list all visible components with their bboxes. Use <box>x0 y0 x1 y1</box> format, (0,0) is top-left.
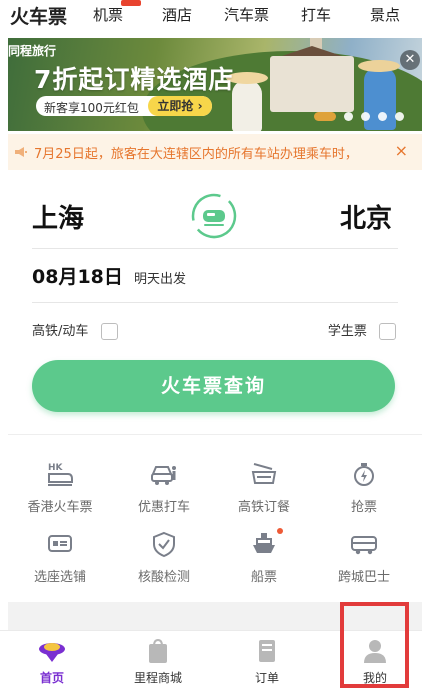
service-hk-train[interactable]: HK 香港火车票 <box>10 460 110 526</box>
service-label: 跨城巴士 <box>337 570 390 585</box>
service-seat-select[interactable]: 选座选铺 <box>10 530 110 596</box>
service-label: 选座选铺 <box>33 570 86 585</box>
section-divider <box>8 434 422 435</box>
student-ticket-label: 学生票 <box>327 324 367 339</box>
hk-train-icon: HK <box>48 463 73 486</box>
tab-hotels[interactable]: 酒店 <box>162 4 192 25</box>
banner-offer-text: 新客享100元红包 <box>44 101 139 115</box>
nav-label: 里程商城 <box>133 671 182 685</box>
divider <box>32 248 398 249</box>
divider <box>32 302 398 303</box>
banner-dot[interactable] <box>344 112 353 121</box>
tab-bus-tickets[interactable]: 汽车票 <box>224 4 269 25</box>
student-ticket-filter[interactable]: 学生票 <box>328 320 396 340</box>
seat-icon <box>48 535 72 552</box>
service-covid-test[interactable]: 核酸检测 <box>114 530 214 596</box>
swap-stations-icon[interactable] <box>190 192 238 240</box>
meal-icon <box>251 463 277 484</box>
tab-badge <box>121 0 142 6</box>
service-ferry[interactable]: 船票 <box>214 528 314 596</box>
banner-dot[interactable] <box>361 112 370 121</box>
promo-banner[interactable]: 同程旅行 7折起订精选酒店 新客享100元红包 立即抢 › ✕ <box>8 38 422 131</box>
tab-label: 打车 <box>301 6 332 24</box>
banner-dot-active[interactable] <box>314 112 336 121</box>
top-tab-bar: 火车票 机票 酒店 汽车票 打车 景点 <box>0 0 422 36</box>
tab-label: 机票 <box>93 6 124 24</box>
service-label: 高铁订餐 <box>237 500 290 515</box>
banner-castle-graphic <box>270 56 354 112</box>
stopwatch-icon <box>354 463 374 486</box>
service-taxi[interactable]: 优惠打车 <box>114 460 214 526</box>
service-train-meal[interactable]: 高铁订餐 <box>214 460 314 526</box>
tab-train-tickets[interactable]: 火车票 <box>10 2 68 32</box>
shopping-bag-icon <box>149 638 167 663</box>
notice-bar[interactable]: 7月25日起，旅客在大连辖区内的所有车站办理乘车时， × <box>8 134 422 170</box>
departure-city[interactable]: 上海 <box>32 198 84 235</box>
new-badge-dot <box>277 528 283 534</box>
grab-now-label: 立即抢 <box>157 99 194 113</box>
megaphone-icon <box>15 147 27 157</box>
nav-home[interactable]: 首页 <box>12 637 92 687</box>
date-value: 08月18日 <box>32 266 123 288</box>
date-hint: 明天出发 <box>133 272 186 287</box>
service-label: 核酸检测 <box>137 570 190 585</box>
taxi-icon <box>151 466 176 485</box>
service-label: 优惠打车 <box>137 500 190 515</box>
close-icon[interactable]: ✕ <box>400 50 420 70</box>
nav-label: 订单 <box>254 671 279 685</box>
departure-date[interactable]: 08月18日 明天出发 <box>32 262 186 289</box>
service-label: 香港火车票 <box>27 500 93 515</box>
banner-hat-graphic <box>358 60 400 72</box>
content-gap <box>8 602 422 630</box>
nav-mileage-mall[interactable]: 里程商城 <box>118 637 198 687</box>
train-search-card: 上海 北京 08月18日 明天出发 高铁/动车 学生票 火车票查询 <box>8 172 422 434</box>
tab-taxi[interactable]: 打车 <box>301 4 331 25</box>
service-label: 抢票 <box>350 500 377 515</box>
banner-offer-pill[interactable]: 新客享100元红包 立即抢 › <box>36 96 212 116</box>
notice-text: 7月25日起，旅客在大连辖区内的所有车站办理乘车时， <box>34 147 358 162</box>
shield-check-icon <box>153 531 175 558</box>
services-grid: HK 香港火车票 优惠打车 高铁订餐 抢票 选座选铺 核酸检测 船票 跨城巴士 <box>8 436 422 602</box>
high-speed-filter[interactable]: 高铁/动车 <box>32 320 118 340</box>
bottom-navigation: 首页 里程商城 订单 我的 <box>0 630 422 694</box>
banner-dot[interactable] <box>378 112 387 121</box>
student-ticket-checkbox[interactable] <box>379 323 396 340</box>
service-intercity-bus[interactable]: 跨城巴士 <box>314 530 414 596</box>
grab-now-button[interactable]: 立即抢 › <box>148 96 212 116</box>
arrival-city[interactable]: 北京 <box>340 198 392 235</box>
ship-icon <box>253 533 275 553</box>
banner-traveler-graphic <box>232 80 262 131</box>
close-icon[interactable]: × <box>395 141 408 160</box>
search-trains-button[interactable]: 火车票查询 <box>32 360 395 412</box>
tab-label: 汽车票 <box>224 6 270 24</box>
banner-headline: 7折起订精选酒店 <box>34 65 235 94</box>
tab-attractions[interactable]: 景点 <box>370 4 400 25</box>
banner-brand: 同程旅行 <box>8 44 57 58</box>
profile-icon <box>364 640 386 663</box>
tab-label: 酒店 <box>162 6 193 24</box>
banner-dot[interactable] <box>395 112 404 121</box>
tab-label: 火车票 <box>10 6 68 28</box>
tab-flights[interactable]: 机票 <box>93 0 142 25</box>
banner-pagination <box>314 112 414 122</box>
high-speed-checkbox[interactable] <box>100 323 118 340</box>
service-label: 船票 <box>250 570 277 585</box>
nav-orders[interactable]: 订单 <box>227 637 307 687</box>
home-icon <box>39 643 65 662</box>
svg-text:HK: HK <box>48 463 64 473</box>
high-speed-label: 高铁/动车 <box>32 324 89 339</box>
order-icon <box>259 640 275 662</box>
tab-label: 景点 <box>370 6 401 24</box>
nav-profile[interactable]: 我的 <box>335 637 415 687</box>
nav-label: 首页 <box>39 671 64 685</box>
service-ticket-grab[interactable]: 抢票 <box>314 460 414 526</box>
bus-icon <box>351 536 377 555</box>
nav-label: 我的 <box>362 671 387 685</box>
